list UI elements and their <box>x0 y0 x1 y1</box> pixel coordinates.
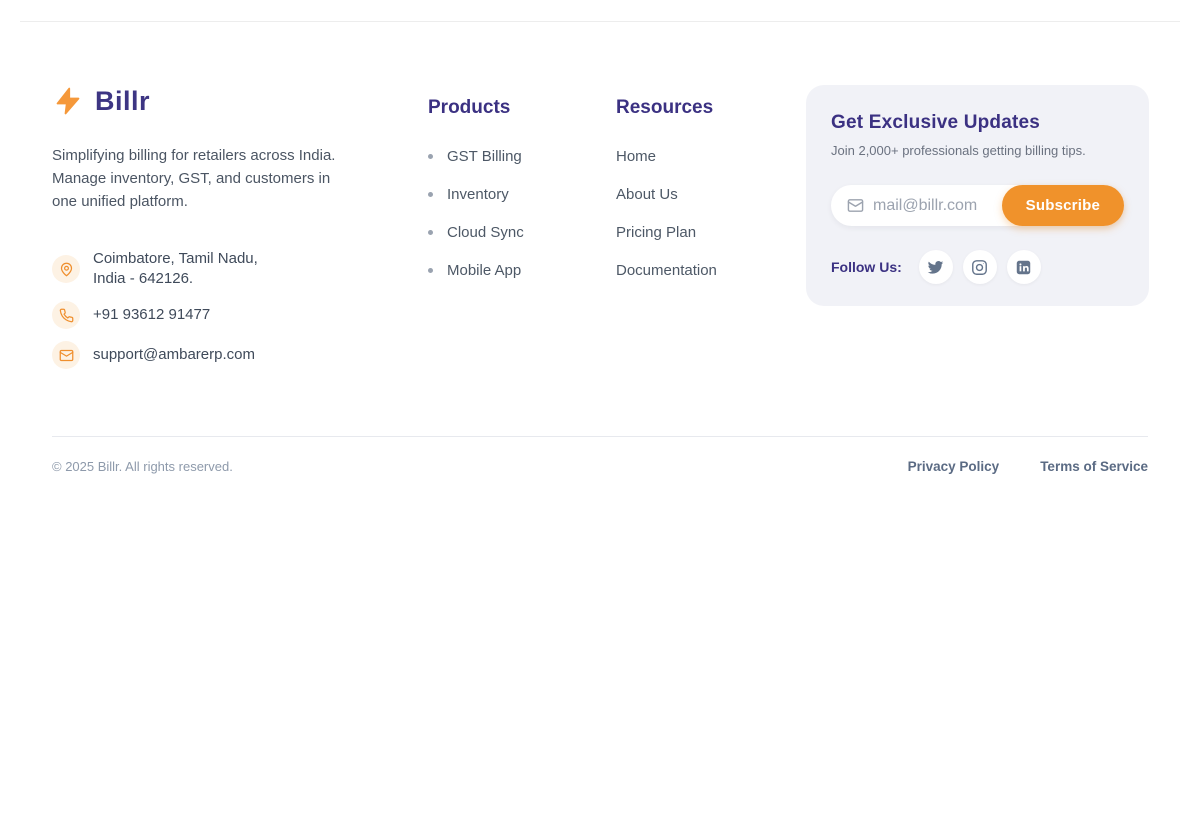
resources-link-pricing-plan[interactable]: Pricing Plan <box>616 224 806 241</box>
envelope-icon <box>52 341 80 369</box>
contact-email: support@ambarerp.com <box>52 341 428 369</box>
twitter-icon[interactable] <box>919 250 953 284</box>
tagline-line: Manage inventory, GST, and customers in <box>52 167 428 190</box>
follow-row: Follow Us: <box>831 250 1124 284</box>
terms-of-service-link[interactable]: Terms of Service <box>1040 459 1148 474</box>
newsletter-subtitle: Join 2,000+ professionals getting billin… <box>831 143 1124 158</box>
instagram-icon[interactable] <box>963 250 997 284</box>
newsletter-title: Get Exclusive Updates <box>831 112 1124 134</box>
lightning-bolt-icon <box>52 85 84 117</box>
resources-link-about-us[interactable]: About Us <box>616 186 806 203</box>
legal-links: Privacy Policy Terms of Service <box>908 459 1148 474</box>
brand-name: Billr <box>95 86 150 117</box>
resources-link-documentation[interactable]: Documentation <box>616 262 806 279</box>
tagline-line: one unified platform. <box>52 190 428 213</box>
email-text: support@ambarerp.com <box>93 345 255 365</box>
address-text: Coimbatore, Tamil Nadu, India - 642126. <box>93 249 258 289</box>
products-link-mobile-app[interactable]: Mobile App <box>428 262 616 279</box>
resources-list: Home About Us Pricing Plan Documentation <box>616 148 806 279</box>
products-column: Products GST Billing Inventory Cloud Syn… <box>428 85 616 300</box>
contact-list: Coimbatore, Tamil Nadu, India - 642126. … <box>52 249 428 369</box>
copyright-text: © 2025 Billr. All rights reserved. <box>52 459 233 474</box>
brand-column: Billr Simplifying billing for retailers … <box>52 85 428 381</box>
brand-tagline: Simplifying billing for retailers across… <box>52 144 428 213</box>
follow-us-label: Follow Us: <box>831 259 902 275</box>
products-link-cloud-sync[interactable]: Cloud Sync <box>428 224 616 241</box>
bullet-dot <box>428 268 433 273</box>
tagline-line: Simplifying billing for retailers across… <box>52 144 428 167</box>
privacy-policy-link[interactable]: Privacy Policy <box>908 459 1000 474</box>
linkedin-icon[interactable] <box>1007 250 1041 284</box>
location-pin-icon <box>52 255 80 283</box>
social-links <box>919 250 1041 284</box>
products-link-gst-billing[interactable]: GST Billing <box>428 148 616 165</box>
newsletter-form: Subscribe <box>831 185 1124 226</box>
resources-link-home[interactable]: Home <box>616 148 806 165</box>
bullet-dot <box>428 192 433 197</box>
bottom-bar: © 2025 Billr. All rights reserved. Priva… <box>0 437 1200 474</box>
bullet-dot <box>428 230 433 235</box>
products-title: Products <box>428 97 616 119</box>
newsletter-card: Get Exclusive Updates Join 2,000+ profes… <box>806 85 1149 306</box>
products-list: GST Billing Inventory Cloud Sync Mobile … <box>428 148 616 279</box>
footer: Billr Simplifying billing for retailers … <box>0 22 1200 381</box>
brand-logo: Billr <box>52 85 428 117</box>
resources-column: Resources Home About Us Pricing Plan Doc… <box>616 85 806 300</box>
contact-address: Coimbatore, Tamil Nadu, India - 642126. <box>52 249 428 289</box>
subscribe-button[interactable]: Subscribe <box>1002 185 1124 226</box>
phone-text: +91 93612 91477 <box>93 305 210 325</box>
products-link-inventory[interactable]: Inventory <box>428 186 616 203</box>
contact-phone: +91 93612 91477 <box>52 301 428 329</box>
resources-title: Resources <box>616 97 806 119</box>
mail-input-icon <box>847 197 864 214</box>
bullet-dot <box>428 154 433 159</box>
phone-icon <box>52 301 80 329</box>
